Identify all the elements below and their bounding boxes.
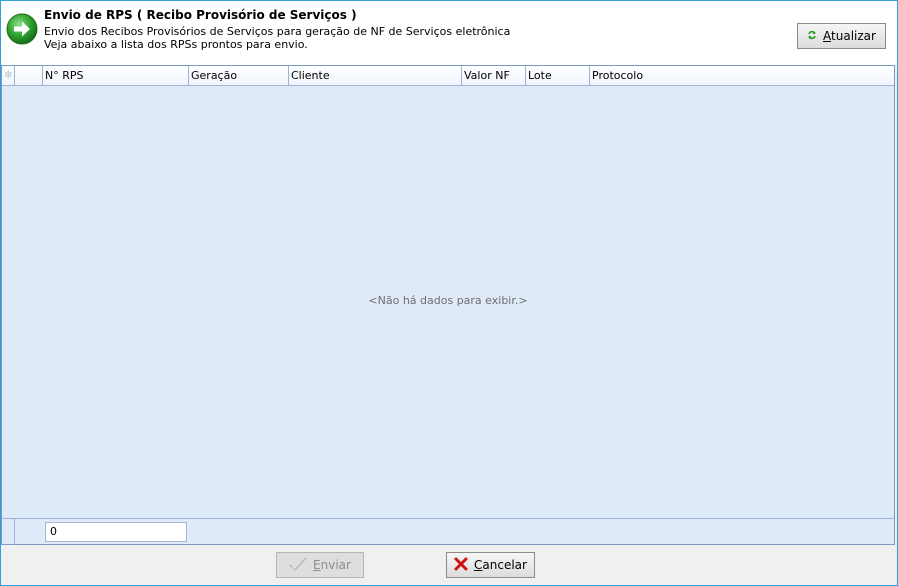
grid-footer: 0 <box>2 518 894 545</box>
checkmark-icon <box>289 556 307 574</box>
page-title: Envio de RPS ( Recibo Provisório de Serv… <box>44 8 357 22</box>
row-indicator-icon: ✻ <box>2 66 15 85</box>
column-header-nf-value[interactable]: Valor NF <box>462 66 526 85</box>
refresh-button-label: Atualizar <box>823 29 876 43</box>
refresh-icon <box>807 29 817 43</box>
rps-window: Envio de RPS ( Recibo Provisório de Serv… <box>0 0 898 586</box>
rps-grid[interactable]: ✻ N° RPS Geração Cliente Valor NF Lote P… <box>1 65 895 545</box>
column-header-batch[interactable]: Lote <box>526 66 590 85</box>
send-button-label: Enviar <box>313 558 351 572</box>
column-header-select[interactable] <box>15 66 43 85</box>
grid-header: ✻ N° RPS Geração Cliente Valor NF Lote P… <box>2 66 894 86</box>
close-icon <box>454 557 468 574</box>
green-arrow-right-icon <box>6 13 38 45</box>
refresh-button[interactable]: Atualizar <box>797 23 886 49</box>
footer-separator <box>14 519 15 545</box>
column-header-client[interactable]: Cliente <box>289 66 462 85</box>
header-panel: Envio de RPS ( Recibo Provisório de Serv… <box>1 1 897 65</box>
page-description: Envio dos Recibos Provisórios de Serviço… <box>44 25 511 38</box>
page-instruction: Veja abaixo a lista dos RPSs prontos par… <box>44 38 308 51</box>
column-header-rps-number[interactable]: N° RPS <box>43 66 189 85</box>
column-header-protocol[interactable]: Protocolo <box>590 66 894 85</box>
empty-grid-message: <Não há dados para exibir.> <box>368 294 528 307</box>
cancel-button-label: Cancelar <box>474 558 527 572</box>
footer-count-cell: 0 <box>45 522 187 542</box>
cancel-button[interactable]: Cancelar <box>446 552 535 578</box>
send-button[interactable]: Enviar <box>276 552 364 578</box>
column-header-generation[interactable]: Geração <box>189 66 289 85</box>
